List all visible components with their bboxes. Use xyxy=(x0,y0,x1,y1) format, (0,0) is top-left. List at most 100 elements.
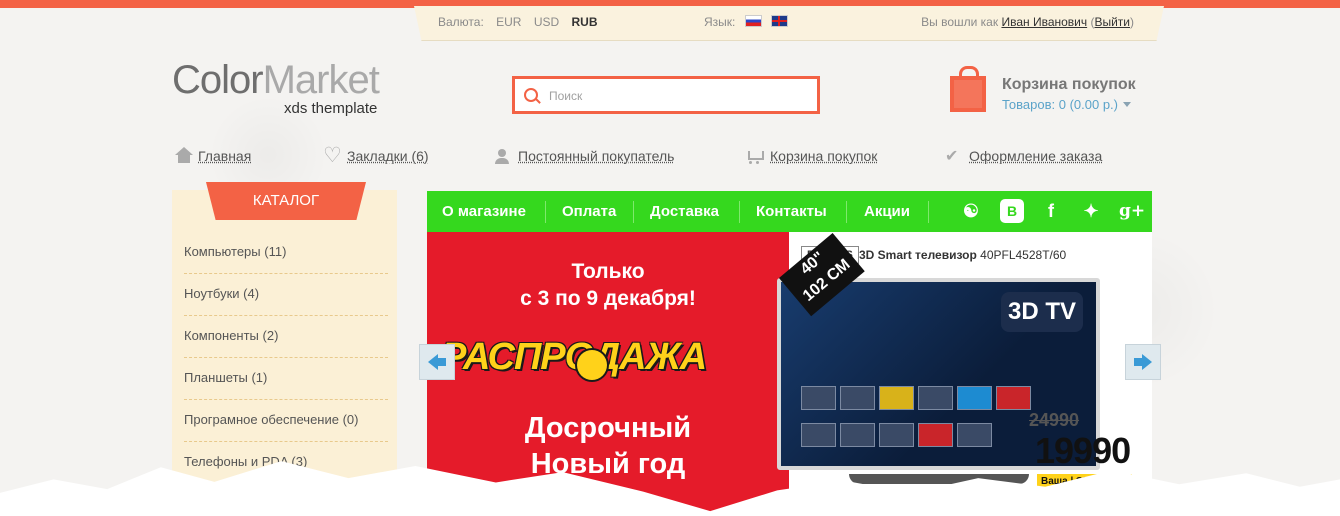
currency-eur[interactable]: EUR xyxy=(496,15,521,29)
price-new: 19990 xyxy=(1035,430,1131,471)
app-tile xyxy=(957,386,992,410)
tv-title-bold: 3D Smart телевизор xyxy=(859,248,977,262)
currency-label: Валюта: xyxy=(438,15,484,29)
app-tile xyxy=(996,386,1031,410)
slider-prev-button[interactable] xyxy=(419,344,455,380)
nav-bookmarks[interactable]: Закладки (6) xyxy=(323,143,429,168)
nav-customer[interactable]: Постоянный покупатель xyxy=(494,148,674,164)
vk-icon[interactable]: B xyxy=(1000,199,1024,223)
nav-cart-label: Корзина покупок xyxy=(770,148,878,164)
main-nav: О магазине Оплата Доставка Контакты Акци… xyxy=(427,191,1152,232)
odnoklassniki-icon[interactable]: ☯ xyxy=(959,199,983,223)
app-tile xyxy=(840,423,875,447)
search-input[interactable] xyxy=(547,86,811,106)
price-old: 24990 xyxy=(1029,410,1080,430)
nav-cart[interactable]: Корзина покупок xyxy=(746,148,877,164)
app-tile xyxy=(918,423,953,447)
user-icon xyxy=(494,149,510,164)
secondary-nav: Главная Закладки (6) Постоянный покупате… xyxy=(175,143,1138,168)
language-switcher: Язык: xyxy=(704,15,789,29)
promo-line-4: Новый год xyxy=(530,448,686,480)
cart-items-summary[interactable]: Товаров: 0 (0.00 р.) xyxy=(1002,97,1131,112)
promo-dates: Только с 3 по 9 декабря! xyxy=(427,258,789,312)
logo-subtitle: xds themplate xyxy=(284,100,378,117)
nav-divider xyxy=(846,201,847,223)
promo-sale-headline: РАСПРОДАЖА xyxy=(441,336,707,378)
catalog-item[interactable]: Компоненты (2) xyxy=(184,316,388,358)
catalog-item[interactable]: Планшеты (1) xyxy=(184,358,388,400)
currency-switcher: Валюта: EUR USD RUB xyxy=(438,15,607,29)
catalog-item[interactable]: Програмное обеспечение (0) xyxy=(184,400,388,442)
arrow-left-shaft xyxy=(438,358,446,366)
facebook-icon[interactable]: f xyxy=(1039,199,1063,223)
language-label: Язык: xyxy=(704,15,736,29)
user-prefix: Вы вошли как xyxy=(921,15,999,29)
arrow-right-icon xyxy=(1142,354,1152,370)
app-tile xyxy=(801,386,836,410)
promo-left-panel: Только с 3 по 9 декабря! РАСПРОДАЖА Доср… xyxy=(427,232,789,516)
christmas-ornament-icon xyxy=(577,350,607,380)
english-flag-icon[interactable] xyxy=(771,15,789,27)
app-tile xyxy=(840,386,875,410)
search-box xyxy=(512,76,820,114)
cart-items-text: Товаров: 0 (0.00 р.) xyxy=(1002,97,1118,112)
site-logo[interactable]: ColorMarket xds themplate xyxy=(172,58,380,117)
nav-divider xyxy=(739,201,740,223)
search-icon[interactable] xyxy=(524,88,538,102)
main-nav-promotions[interactable]: Акции xyxy=(864,191,910,232)
user-greeting: Вы вошли как Иван Иванович (Выйти) xyxy=(921,15,1134,29)
main-nav-payment[interactable]: Оплата xyxy=(562,191,616,232)
nav-customer-label: Постоянный покупатель xyxy=(518,148,675,164)
shopping-bag-icon xyxy=(950,66,986,112)
cart-title: Корзина покупок xyxy=(1002,76,1136,93)
nav-bookmarks-label: Закладки (6) xyxy=(347,148,429,164)
top-bar: Валюта: EUR USD RUB Язык: Вы вошли как И… xyxy=(414,6,1164,41)
cart-icon xyxy=(746,149,764,164)
logout-link[interactable]: Выйти xyxy=(1094,15,1130,29)
nav-divider xyxy=(545,201,546,223)
logo-name: ColorMarket xyxy=(172,58,380,102)
checkmark-icon xyxy=(945,146,961,166)
app-tile xyxy=(918,386,953,410)
nav-home-label: Главная xyxy=(198,148,252,164)
logo-part-color: Color xyxy=(172,58,264,102)
catalog-item[interactable]: Ноутбуки (4) xyxy=(184,274,388,316)
user-name-link[interactable]: Иван Иванович xyxy=(1001,15,1087,29)
catalog-item[interactable]: Компьютеры (11) xyxy=(184,232,388,274)
russian-flag-icon[interactable] xyxy=(744,15,762,27)
nav-checkout[interactable]: Оформление заказа xyxy=(945,146,1103,166)
catalog-title: КАТАЛОГ xyxy=(206,182,366,220)
twitter-icon[interactable]: ✦ xyxy=(1079,199,1103,223)
app-tile xyxy=(879,386,914,410)
tv-model: 40PFL4528T/60 xyxy=(980,248,1067,262)
promo-slider[interactable]: Только с 3 по 9 декабря! РАСПРОДАЖА Доср… xyxy=(427,232,1152,516)
promo-subtitle: Досрочный Новый год xyxy=(427,410,789,482)
currency-rub[interactable]: RUB xyxy=(572,15,598,29)
nav-home[interactable]: Главная xyxy=(175,147,252,164)
main-nav-contacts[interactable]: Контакты xyxy=(756,191,827,232)
nav-divider xyxy=(633,201,634,223)
arrow-left-icon xyxy=(428,354,438,370)
main-nav-delivery[interactable]: Доставка xyxy=(650,191,719,232)
app-tile xyxy=(879,423,914,447)
promo-right-panel: PHILIPS 3D Smart телевизор 40PFL4528T/60… xyxy=(777,232,1152,516)
app-tile xyxy=(801,423,836,447)
heart-icon xyxy=(323,143,342,168)
arrow-right-shaft xyxy=(1134,358,1142,366)
home-icon xyxy=(175,147,193,163)
chevron-down-icon xyxy=(1123,102,1131,107)
google-plus-icon[interactable]: g+ xyxy=(1119,199,1145,223)
tv-3d-badge: 3D TV xyxy=(1001,292,1083,332)
paren-close: ) xyxy=(1130,15,1134,29)
tv-title: 3D Smart телевизор 40PFL4528T/60 xyxy=(859,248,1066,262)
catalog-list: Компьютеры (11) Ноутбуки (4) Компоненты … xyxy=(184,232,388,484)
app-tile xyxy=(957,423,992,447)
currency-usd[interactable]: USD xyxy=(534,15,559,29)
promo-line-1: Только xyxy=(571,260,645,283)
main-nav-about[interactable]: О магазине xyxy=(442,191,526,232)
promo-line-2: с 3 по 9 декабря! xyxy=(520,287,696,310)
nav-checkout-label: Оформление заказа xyxy=(969,148,1103,164)
slider-next-button[interactable] xyxy=(1125,344,1161,380)
logo-part-market: Market xyxy=(262,58,380,102)
promo-line-3: Досрочный xyxy=(524,412,692,444)
